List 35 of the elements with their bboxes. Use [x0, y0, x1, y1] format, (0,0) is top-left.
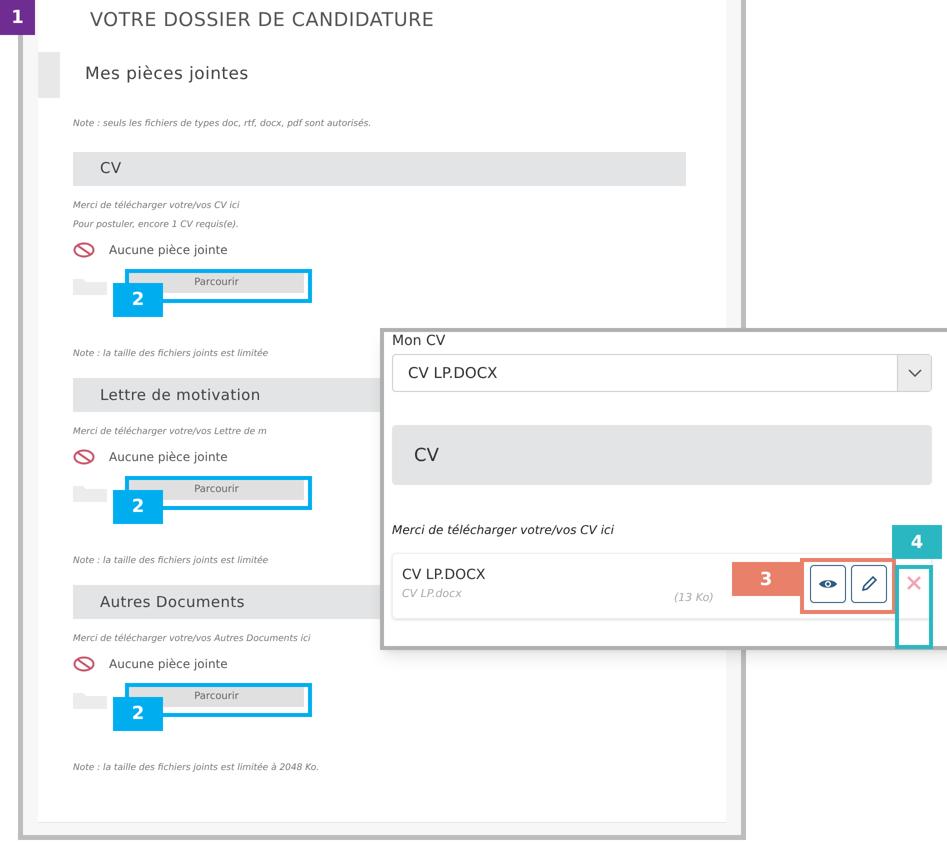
instruction-text: Merci de télécharger votre/vos CV ici [392, 522, 615, 539]
section-tab[interactable]: Mes pièces jointes [60, 52, 249, 98]
file-title: CV LP.DOCX [402, 566, 486, 585]
file-name: CV LP.docx [402, 586, 462, 602]
section-header: CV [73, 152, 686, 186]
pencil-icon [860, 575, 878, 593]
note-text: Note : la taille des fichiers joints est limitée à 2048 Ko. [73, 762, 320, 774]
field-label: Mon CV [392, 334, 446, 348]
prohibited-icon [73, 448, 95, 464]
callout-badge: 1 [0, 0, 35, 35]
edit-button[interactable] [851, 565, 887, 603]
status-text: Aucune pièce jointe [109, 656, 228, 672]
close-icon [907, 576, 921, 590]
prohibited-icon [73, 242, 95, 258]
callout-badge: 2 [113, 282, 163, 316]
callout-badge: 2 [113, 696, 163, 730]
note-text: Note : la taille des fichiers joints est limitée [73, 348, 270, 360]
section-header: CV [392, 425, 932, 485]
callout-badge: 3 [732, 562, 800, 596]
chevron-down-icon [908, 369, 922, 377]
instruction-text: Merci de télécharger votre/vos CV ici [73, 200, 240, 212]
status-text: Aucune pièce jointe [109, 242, 228, 258]
view-button[interactable] [810, 565, 846, 603]
instruction-text: Merci de télécharger votre/vos Autres Documents ici [73, 633, 312, 646]
note-text: Note : la taille des fichiers joints est limitée [73, 554, 270, 568]
status-text: Aucune pièce jointe [109, 448, 228, 466]
page-title: VOTRE DOSSIER DE CANDIDATURE [90, 8, 434, 33]
eye-icon [818, 578, 838, 590]
callout-badge: 2 [113, 490, 163, 524]
note-text: Note : seuls les fichiers de types doc, rtf, docx, pdf sont autorisés. [73, 118, 372, 131]
cv-select[interactable]: CV LP.DOCX [392, 354, 932, 392]
prohibited-icon [73, 656, 95, 672]
instruction-text: Pour postuler, encore 1 CV requis(e). [73, 219, 240, 232]
instruction-text: Merci de télécharger votre/vos Lettre de m [73, 426, 268, 439]
callout-badge: 4 [892, 525, 942, 559]
